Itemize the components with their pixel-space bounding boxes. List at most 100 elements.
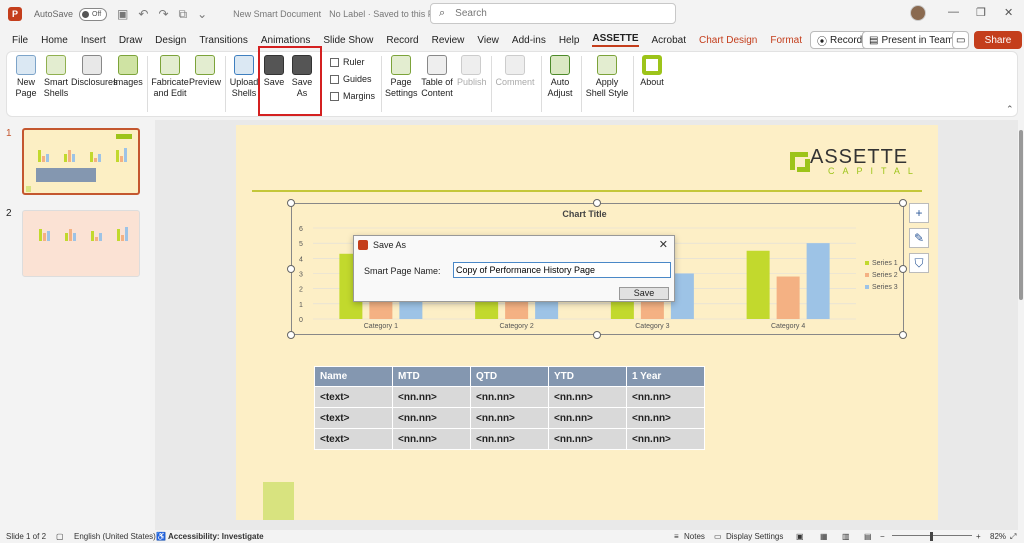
fabricate-and-edit-button[interactable]: Fabricate and Edit [151, 55, 189, 99]
resize-handle[interactable] [593, 199, 601, 207]
chart-elements-button[interactable]: + [909, 203, 929, 223]
resize-handle[interactable] [899, 199, 907, 207]
disclosures-button[interactable]: Disclosures [71, 55, 118, 88]
language-status[interactable]: English (United States) [74, 532, 156, 541]
table-cell[interactable]: <nn.nn> [392, 407, 471, 429]
table-cell[interactable]: <nn.nn> [470, 428, 549, 450]
ruler-checkbox[interactable]: Ruler [330, 57, 365, 67]
normal-view-icon[interactable]: ▣ [796, 532, 804, 541]
margins-checkbox-box[interactable] [330, 91, 339, 101]
slide-sorter-icon[interactable]: ▦ [820, 532, 828, 541]
tab-insert[interactable]: Insert [81, 35, 106, 46]
zoom-in-icon[interactable]: + [976, 532, 981, 541]
restore-icon[interactable]: ❐ [976, 6, 986, 19]
table-cell[interactable]: <text> [314, 428, 393, 450]
tab-slide-show[interactable]: Slide Show [323, 35, 373, 46]
tab-transitions[interactable]: Transitions [199, 35, 248, 46]
undo-icon[interactable]: ↶ [138, 7, 148, 21]
tab-add-ins[interactable]: Add-ins [512, 35, 546, 46]
table-cell[interactable]: <nn.nn> [548, 407, 627, 429]
table-cell[interactable]: <nn.nn> [626, 407, 705, 429]
performance-table[interactable]: Name MTD QTD YTD 1 Year <text> <nn.nn> <… [314, 366, 705, 450]
tab-assette[interactable]: ASSETTE [592, 33, 639, 47]
customize-icon[interactable]: ⌄ [197, 7, 207, 21]
reading-view-icon[interactable]: ▥ [842, 532, 850, 541]
resize-handle[interactable] [899, 265, 907, 273]
tab-design[interactable]: Design [155, 35, 186, 46]
share-button[interactable]: Share [974, 31, 1022, 49]
tab-acrobat[interactable]: Acrobat [652, 35, 686, 46]
avatar[interactable] [910, 5, 926, 21]
publish-button[interactable]: Publish [457, 55, 487, 88]
table-cell[interactable]: <text> [314, 386, 393, 408]
table-cell[interactable]: <nn.nn> [626, 386, 705, 408]
table-cell[interactable]: <nn.nn> [548, 386, 627, 408]
chart-filters-button[interactable]: ⛉ [909, 253, 929, 273]
resize-handle[interactable] [287, 331, 295, 339]
chart-styles-button[interactable]: ✎ [909, 228, 929, 248]
guides-checkbox-box[interactable] [330, 74, 339, 84]
apply-shell-style-button[interactable]: Apply Shell Style [585, 55, 629, 99]
resize-handle[interactable] [593, 331, 601, 339]
ruler-checkbox-box[interactable] [330, 57, 339, 67]
scrollbar-thumb[interactable] [1019, 130, 1023, 300]
resize-handle[interactable] [287, 199, 295, 207]
comment-button[interactable]: Comment [495, 55, 535, 88]
display-settings-button[interactable]: Display Settings [726, 532, 783, 541]
tab-home[interactable]: Home [41, 35, 68, 46]
search-input[interactable]: ⌕ Search [430, 3, 676, 24]
fit-to-window-icon[interactable]: ⤢ [1010, 532, 1016, 542]
new-page-button[interactable]: New Page [11, 55, 41, 99]
accessibility-status[interactable]: Accessibility: Investigate [168, 532, 264, 541]
table-cell[interactable]: <text> [314, 407, 393, 429]
upload-shells-button[interactable]: Upload Shells [229, 55, 259, 99]
slide-show-icon[interactable]: ▤ [864, 532, 872, 541]
document-title[interactable]: New Smart Document [233, 9, 321, 19]
smart-page-name-input[interactable] [453, 262, 671, 278]
table-cell[interactable]: <nn.nn> [470, 386, 549, 408]
zoom-out-icon[interactable]: − [880, 532, 885, 541]
save-icon[interactable]: ▣ [117, 7, 128, 21]
comments-button[interactable]: ▭ [952, 31, 970, 49]
about-button[interactable]: About [637, 55, 667, 88]
smart-shells-button[interactable]: Smart Shells [41, 55, 71, 99]
images-button[interactable]: Images [113, 55, 143, 88]
spelling-icon[interactable]: ▢ [56, 532, 64, 541]
resize-handle[interactable] [899, 331, 907, 339]
dialog-save-button[interactable]: Save [619, 287, 669, 300]
slide-thumbnail-1[interactable] [22, 128, 140, 195]
table-cell[interactable]: <nn.nn> [470, 407, 549, 429]
tab-draw[interactable]: Draw [119, 35, 142, 46]
tab-file[interactable]: File [12, 35, 28, 46]
redo-icon[interactable]: ↷ [158, 7, 168, 21]
tab-format[interactable]: Format [770, 35, 802, 46]
resize-handle[interactable] [287, 265, 295, 273]
minimize-icon[interactable]: — [948, 6, 959, 18]
auto-adjust-button[interactable]: Auto Adjust [543, 55, 577, 99]
tab-chart-design[interactable]: Chart Design [699, 35, 757, 46]
page-settings-button[interactable]: Page Settings [385, 55, 418, 99]
table-cell[interactable]: <nn.nn> [548, 428, 627, 450]
tab-record[interactable]: Record [386, 35, 418, 46]
collapse-ribbon-icon[interactable]: ⌃ [1006, 104, 1014, 115]
tab-help[interactable]: Help [559, 35, 580, 46]
slide-thumbnail-2[interactable] [22, 210, 140, 277]
present-icon[interactable]: ⧉ [179, 7, 188, 22]
close-icon[interactable]: ✕ [659, 238, 668, 251]
autosave-toggle[interactable]: Off [79, 7, 108, 21]
zoom-level[interactable]: 82% [990, 532, 1006, 541]
tab-review[interactable]: Review [432, 35, 465, 46]
close-icon[interactable]: ✕ [1004, 6, 1013, 19]
zoom-slider-thumb[interactable] [930, 532, 933, 541]
table-cell[interactable]: <nn.nn> [392, 428, 471, 450]
tab-animations[interactable]: Animations [261, 35, 310, 46]
tab-view[interactable]: View [477, 35, 499, 46]
record-button[interactable]: ⦿ Record [810, 31, 870, 49]
guides-checkbox[interactable]: Guides [330, 74, 372, 84]
margins-checkbox[interactable]: Margins [330, 91, 375, 101]
notes-button[interactable]: Notes [684, 532, 705, 541]
table-cell[interactable]: <nn.nn> [392, 386, 471, 408]
table-cell[interactable]: <nn.nn> [626, 428, 705, 450]
preview-button[interactable]: Preview [189, 55, 221, 88]
table-of-content-button[interactable]: Table of Content [417, 55, 457, 99]
